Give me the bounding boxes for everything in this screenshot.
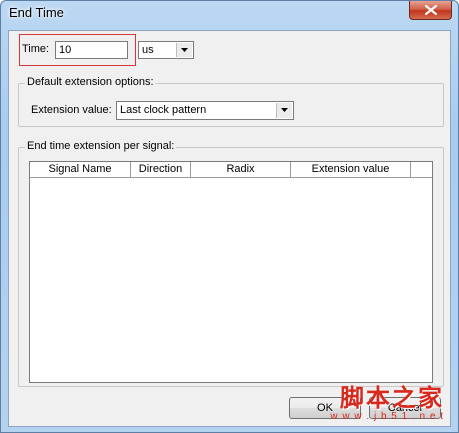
- watermark-logo-text: 脚本之家: [340, 383, 444, 412]
- per-signal-group-title: End time extension per signal:: [25, 140, 177, 152]
- time-unit-select[interactable]: us: [138, 41, 194, 59]
- extension-value-selected: Last clock pattern: [120, 104, 207, 116]
- column-header-signal-name[interactable]: Signal Name: [30, 162, 131, 178]
- time-unit-value: us: [142, 44, 154, 56]
- close-button[interactable]: [409, 1, 452, 20]
- column-header-radix[interactable]: Radix: [191, 162, 291, 178]
- column-header-filler: [411, 162, 432, 178]
- extension-value-label: Extension value:: [31, 104, 112, 116]
- time-input[interactable]: [55, 41, 128, 59]
- default-extension-group: Default extension options: Extension val…: [18, 76, 444, 127]
- close-icon: [425, 5, 437, 15]
- extension-value-select[interactable]: Last clock pattern: [116, 101, 294, 120]
- window-title: End Time: [9, 5, 64, 20]
- site-watermark: 脚本之家 w w w . j b 5 1 . n e t: [330, 378, 444, 422]
- chevron-down-icon[interactable]: [176, 43, 192, 57]
- table-header-row: Signal Name Direction Radix Extension va…: [30, 162, 432, 178]
- column-header-extension-value[interactable]: Extension value: [291, 162, 411, 178]
- signal-table[interactable]: Signal Name Direction Radix Extension va…: [29, 161, 433, 383]
- dialog-window: End Time Time: us Default extension opti…: [0, 0, 459, 433]
- column-header-direction[interactable]: Direction: [131, 162, 191, 178]
- chevron-down-icon[interactable]: [276, 103, 292, 118]
- time-label: Time:: [22, 43, 50, 55]
- watermark-url: w w w . j b 5 1 . n e t: [330, 411, 444, 422]
- default-extension-group-title: Default extension options:: [25, 76, 156, 88]
- title-bar[interactable]: End Time: [1, 1, 458, 27]
- dialog-client-area: Time: us Default extension options: Exte…: [8, 30, 451, 427]
